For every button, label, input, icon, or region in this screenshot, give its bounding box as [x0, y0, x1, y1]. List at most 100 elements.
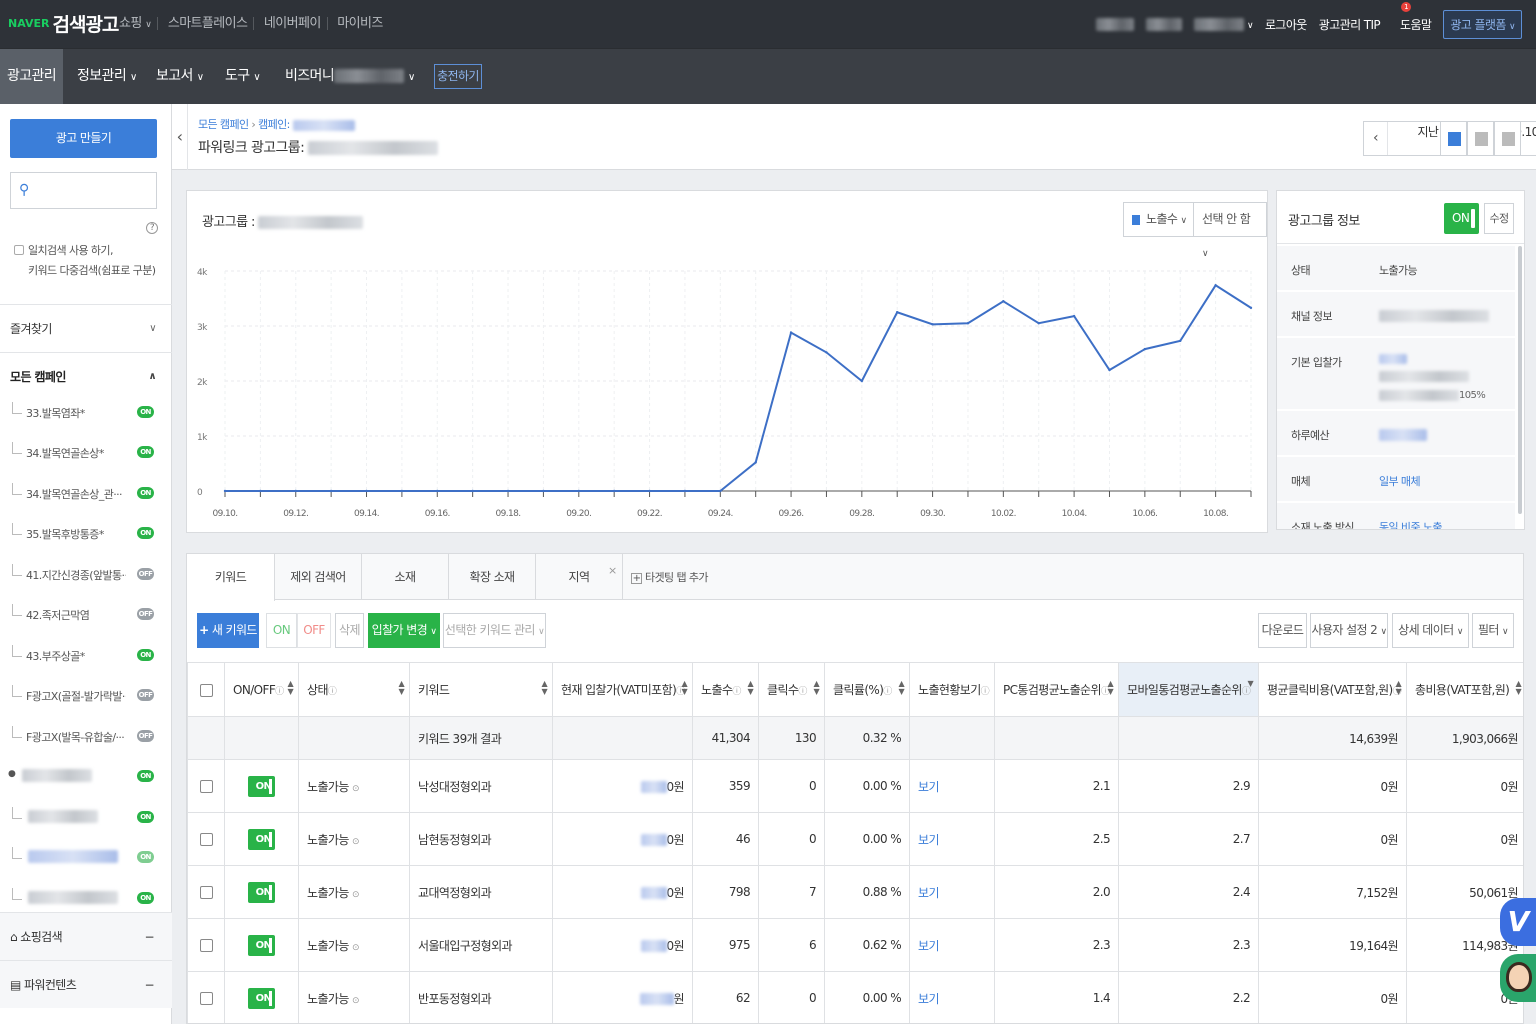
edit-button[interactable]: 수정 — [1484, 203, 1514, 234]
ad-platform-button[interactable]: 광고 플랫폼 ∨ — [1443, 9, 1522, 39]
campaign-item[interactable]: 41.지간신경종(앞발통··· OFF — [12, 564, 162, 584]
col-mobile-rank[interactable]: 모바일통검평균노출순위ⓘ ▼ — [1118, 662, 1259, 717]
col-ctr[interactable]: 클릭률(%)ⓘ ▲ ▼ — [824, 662, 910, 717]
campaign-item[interactable]: F광고X(골절-발가락발··· OFF — [12, 685, 162, 705]
on-button[interactable]: ON — [266, 613, 297, 648]
nav-ad-manage[interactable]: 광고관리 — [0, 49, 63, 104]
view-link[interactable]: 보기 — [918, 886, 939, 900]
charge-button[interactable]: 충전하기 — [434, 64, 482, 89]
user-setting-select[interactable]: 사용자 설정 2 ∨ — [1310, 613, 1388, 648]
campaign-search-input[interactable]: ⚲ — [10, 172, 157, 209]
power-contents-section[interactable]: ▤ 파워컨텐츠 − — [0, 960, 172, 1008]
col-total-cost[interactable]: 총비용(VAT포함,원) ▲ ▼ — [1406, 662, 1523, 717]
tab-extensions[interactable]: 확장 소재 — [449, 554, 536, 600]
col-impressions[interactable]: 노출수ⓘ ▲ ▼ — [692, 662, 759, 717]
logout-link[interactable]: 로그아웃 — [1265, 16, 1307, 33]
col-avg-cpc[interactable]: 평균클릭비용(VAT포함,원)ⓘ ▲ ▼ — [1258, 662, 1407, 717]
campaign-item-redacted[interactable]: ON — [12, 847, 162, 867]
nav-report[interactable]: 보고서 ∨ — [156, 49, 204, 104]
top-nav-naverpay[interactable]: 네이버페이 — [264, 16, 321, 31]
create-ad-button[interactable]: 광고 만들기 — [10, 119, 157, 158]
shopping-search-section[interactable]: ⌂ 쇼핑검색 − — [0, 912, 172, 960]
add-targeting-tab[interactable]: + 타겟팅 탭 추가 — [631, 569, 709, 585]
detail-data-select[interactable]: 상세 데이터 ∨ — [1392, 613, 1469, 648]
keyword-on-toggle[interactable]: ON — [248, 775, 275, 797]
view-full-button[interactable] — [1494, 121, 1521, 156]
view-link[interactable]: 보기 — [918, 833, 939, 847]
help-icon[interactable]: ? — [146, 222, 158, 234]
keyword-on-toggle[interactable]: ON — [248, 881, 275, 903]
col-bid[interactable]: 현재 입찰가(VAT미포함)ⓘ ▲ ▼ — [552, 662, 693, 717]
campaign-item[interactable]: 34.발목연골손상_관··· ON — [12, 483, 162, 503]
campaign-item[interactable]: 43.부주상골* ON — [12, 645, 162, 665]
view-split-button[interactable] — [1467, 121, 1494, 156]
row-checkbox[interactable] — [199, 780, 213, 793]
nav-bizmoney[interactable]: 비즈머니 ∨ — [285, 49, 415, 104]
col-clicks[interactable]: 클릭수ⓘ ▲ ▼ — [758, 662, 825, 717]
col-status[interactable]: 상태ⓘ ▲ ▼ — [298, 662, 410, 717]
all-campaigns-section[interactable]: 모든 캠페인 ∧ — [0, 352, 172, 400]
campaign-item[interactable]: 42.족저근막염 OFF — [12, 604, 162, 624]
top-nav-mybiz[interactable]: 마이비즈 — [337, 16, 383, 31]
view-link[interactable]: 보기 — [918, 992, 939, 1006]
campaign-item-redacted[interactable]: ON — [12, 888, 162, 908]
top-nav-shopping[interactable]: 쇼핑 — [119, 16, 142, 31]
keyword-on-toggle[interactable]: ON — [248, 987, 275, 1009]
col-keyword[interactable]: 키워드 ▲ ▼ — [409, 662, 553, 717]
col-view[interactable]: 노출현황보기ⓘ — [909, 662, 995, 717]
manage-selected-button[interactable]: 선택한 키워드 관리 ∨ — [443, 613, 546, 648]
exact-match-option[interactable]: 일치검색 사용 하기, 키워드 다중검색(쉼표로 구분) — [14, 241, 156, 281]
row-checkbox[interactable] — [199, 833, 213, 846]
compare-select[interactable]: 선택 안 함 ∨ — [1193, 202, 1267, 259]
off-button[interactable]: OFF — [297, 613, 331, 648]
help-link[interactable]: 도움말 — [1400, 16, 1432, 33]
keyword-text: 교대역정형외과 — [409, 865, 553, 919]
breadcrumb-campaign[interactable]: 캠페인: — [258, 118, 290, 131]
view-grid-button[interactable] — [1440, 121, 1467, 156]
bid-change-button[interactable]: 입찰가 변경 ∨ — [368, 613, 440, 648]
top-nav-smartplace[interactable]: 스마트플레이스 — [168, 16, 248, 31]
status-badge: OFF — [137, 568, 154, 580]
assistant-launcher-button[interactable]: V — [1500, 898, 1536, 946]
nav-tools[interactable]: 도구 ∨ — [225, 49, 261, 104]
campaign-item[interactable]: 34.발목연골손상* ON — [12, 442, 162, 462]
breadcrumb-all-campaigns[interactable]: 모든 캠페인 — [198, 118, 249, 131]
col-pc-rank[interactable]: PC통검평균노출순위ⓘ ▲ ▼ — [994, 662, 1119, 717]
row-checkbox[interactable] — [199, 886, 213, 899]
metric-select[interactable]: 노출수 ∨ — [1123, 202, 1196, 237]
campaign-item[interactable]: F광고X(발목-유합술/··· OFF — [12, 726, 162, 746]
row-checkbox[interactable] — [199, 939, 213, 952]
logo[interactable]: NAVER 검색광고 — [8, 10, 119, 37]
prev-period-button[interactable]: ‹ — [1364, 122, 1388, 155]
tab-creatives[interactable]: 소재 — [362, 554, 449, 600]
campaign-item-redacted[interactable]: ● ON — [8, 766, 158, 786]
download-button[interactable]: 다운로드 — [1258, 613, 1307, 648]
new-keyword-button[interactable]: + 새 키워드 — [197, 613, 259, 648]
adgroup-on-toggle[interactable]: ON — [1444, 203, 1479, 234]
tab-keywords[interactable]: 키워드 — [187, 554, 275, 601]
campaign-item[interactable]: 33.발목염좌* ON — [12, 402, 162, 422]
chatbot-avatar-button[interactable] — [1500, 954, 1536, 1002]
select-all-checkbox[interactable] — [187, 662, 225, 717]
row-checkbox[interactable] — [199, 992, 213, 1005]
filter-select[interactable]: 필터 ∨ — [1472, 613, 1514, 648]
tab-region[interactable]: 지역 — [536, 554, 623, 600]
tab-negative-keywords[interactable]: 제외 검색어 — [275, 554, 362, 600]
collapse-sidebar-button[interactable]: ‹ — [172, 104, 188, 170]
account-dropdown[interactable]: ∨ — [1193, 17, 1254, 31]
keyword-on-toggle[interactable]: ON — [248, 934, 275, 956]
nav-info-manage[interactable]: 정보관리 ∨ — [77, 49, 137, 104]
tip-link[interactable]: 광고관리 TIP — [1319, 16, 1381, 33]
view-link[interactable]: 보기 — [918, 939, 939, 953]
info-scrollbar[interactable] — [1518, 246, 1522, 514]
campaign-item[interactable]: 35.발목후방통증* ON — [12, 523, 162, 543]
view-link[interactable]: 보기 — [918, 780, 939, 794]
exact-match-checkbox[interactable] — [14, 245, 24, 255]
keyword-on-toggle[interactable]: ON — [248, 828, 275, 850]
col-onoff[interactable]: ON/OFFⓘ ▲ ▼ — [224, 662, 299, 717]
close-icon[interactable]: × — [608, 564, 617, 577]
campaign-item-redacted[interactable]: ON — [12, 807, 162, 827]
shopping-bag-icon: ⌂ — [10, 930, 18, 944]
favorites-section[interactable]: 즐겨찾기 ∨ — [0, 304, 172, 352]
delete-button[interactable]: 삭제 — [335, 613, 364, 648]
